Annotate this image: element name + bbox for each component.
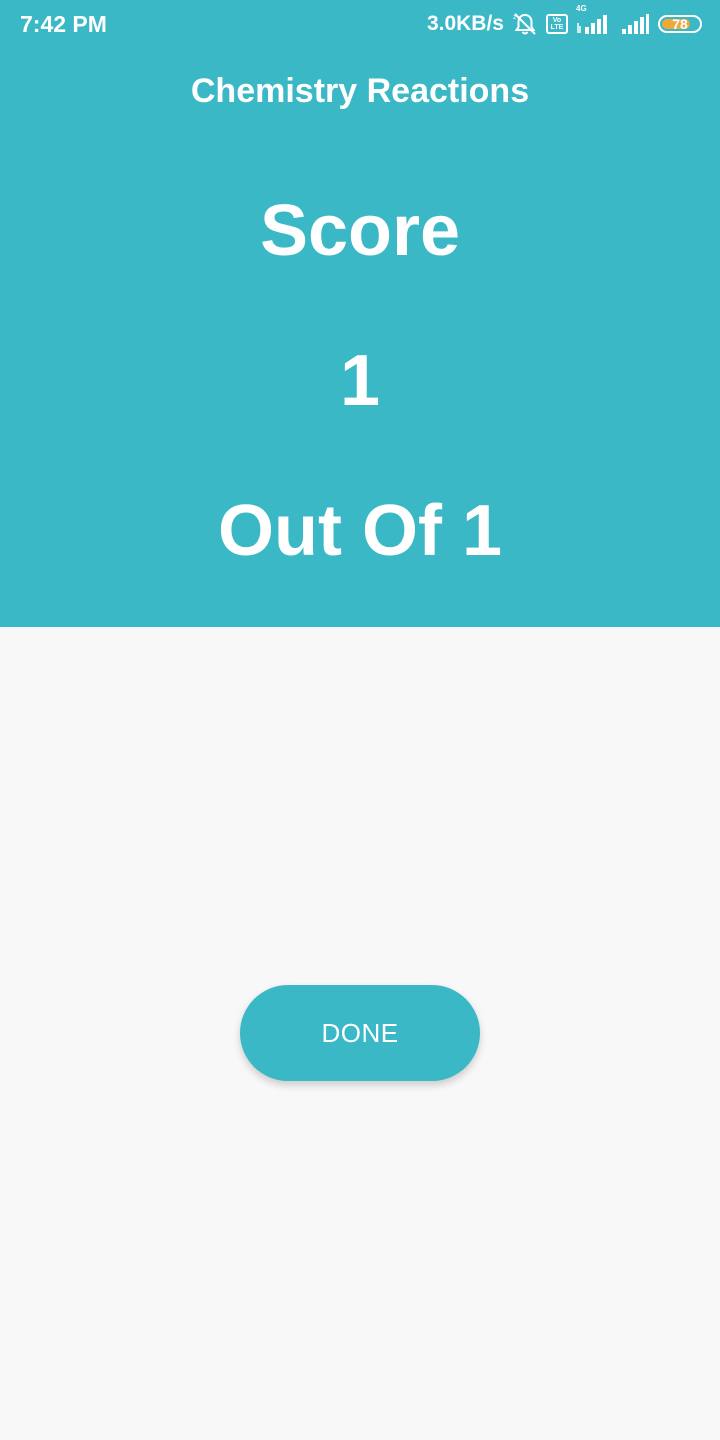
page-title: Chemistry Reactions: [190, 72, 530, 110]
svg-text:z: z: [513, 14, 516, 21]
volte-line2: LTE: [550, 24, 564, 31]
volte-icon: Vo LTE: [546, 14, 568, 34]
network-type-label: 4G: [576, 4, 587, 13]
battery-percent: 78: [672, 16, 688, 32]
network-speed: 3.0KB/s: [426, 12, 504, 35]
alarm-off-icon: z: [512, 11, 538, 37]
score-label: Score: [259, 191, 461, 271]
signal-4g-icon: 4G: [576, 5, 612, 35]
status-icons: 3.0KB/s z Vo LTE 4G 78: [426, 5, 702, 38]
status-bar: 7:42 PM 3.0KB/s z Vo LTE 4G 78: [0, 0, 720, 50]
done-button[interactable]: DONE: [240, 985, 480, 1081]
battery-icon: 78: [658, 15, 702, 33]
status-time: 7:42 PM: [20, 11, 107, 37]
score-header-panel: 7:42 PM 3.0KB/s z Vo LTE 4G 78 Chemistry…: [0, 0, 720, 627]
score-total: Out Of 1: [218, 491, 502, 571]
signal-icon: [620, 13, 650, 35]
score-value: 1: [339, 341, 381, 421]
volte-line1: Vo: [552, 17, 562, 24]
